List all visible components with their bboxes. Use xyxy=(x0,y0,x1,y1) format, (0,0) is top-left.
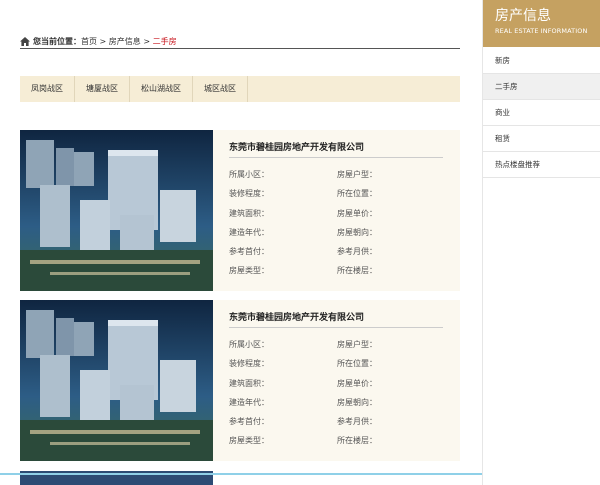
field-monthly-payment: 参考月供： xyxy=(337,247,377,256)
sidebar-item-rental[interactable]: 租赁 xyxy=(483,126,600,152)
field-community: 所属小区： xyxy=(229,340,269,349)
breadcrumb-section-link[interactable]: 房产信息 xyxy=(109,37,141,46)
field-floor: 所在楼层： xyxy=(337,436,377,445)
field-community: 所属小区： xyxy=(229,170,269,179)
breadcrumb-current: 二手房 xyxy=(152,37,177,46)
main-content: 您当前位置：首页 > 房产信息 > 二手房 凤岗战区 塘厦战区 松山湖战区 城区… xyxy=(0,0,482,485)
listing-divider xyxy=(229,327,443,328)
district-tab-fenggang[interactable]: 凤岗战区 xyxy=(20,76,75,102)
sidebar: 房产信息 REAL ESTATE INFORMATION 新房 二手房 商业 租… xyxy=(482,0,600,485)
listing-company[interactable]: 东莞市碧桂园房地产开发有限公司 xyxy=(229,310,364,323)
listing-info: 东莞市碧桂园房地产开发有限公司 所属小区： 房屋户型： 装修程度： 所在位置： … xyxy=(213,130,460,291)
field-down-payment: 参考首付： xyxy=(229,417,269,426)
field-area: 建筑面积： xyxy=(229,379,269,388)
district-tab-songshanhu[interactable]: 松山湖战区 xyxy=(130,76,193,102)
sidebar-item-commercial[interactable]: 商业 xyxy=(483,100,600,126)
field-orientation: 房屋朝向： xyxy=(337,228,377,237)
field-layout: 房屋户型： xyxy=(337,340,377,349)
sidebar-item-second-hand[interactable]: 二手房 xyxy=(483,74,600,100)
listing-photo[interactable] xyxy=(20,130,213,291)
listing-card[interactable]: 东莞市碧桂园房地产开发有限公司 所属小区： 房屋户型： 装修程度： 所在位置： … xyxy=(20,130,460,291)
field-build-year: 建造年代： xyxy=(229,398,269,407)
field-decoration: 装修程度： xyxy=(229,189,269,198)
field-unit-price: 房屋单价： xyxy=(337,209,377,218)
field-build-year: 建造年代： xyxy=(229,228,269,237)
breadcrumb-separator: > xyxy=(140,37,153,46)
district-tabs: 凤岗战区 塘厦战区 松山湖战区 城区战区 xyxy=(20,76,460,102)
sidebar-subtitle: REAL ESTATE INFORMATION xyxy=(495,27,588,35)
field-location: 所在位置： xyxy=(337,359,377,368)
footer-rule xyxy=(0,473,482,475)
field-monthly-payment: 参考月供： xyxy=(337,417,377,426)
field-house-type: 房屋类型： xyxy=(229,436,269,445)
field-layout: 房屋户型： xyxy=(337,170,377,179)
breadcrumb-label: 您当前位置： xyxy=(33,37,81,46)
sidebar-item-new-home[interactable]: 新房 xyxy=(483,48,600,74)
sidebar-header: 房产信息 REAL ESTATE INFORMATION xyxy=(483,0,600,47)
sidebar-item-hot-projects[interactable]: 热点楼盘推荐 xyxy=(483,152,600,178)
sidebar-title: 房产信息 xyxy=(495,8,551,24)
listing-card[interactable]: 东莞市碧桂园房地产开发有限公司 所属小区： 房屋户型： 装修程度： 所在位置： … xyxy=(20,300,460,461)
district-tab-chengqu[interactable]: 城区战区 xyxy=(193,76,248,102)
listing-info: 东莞市碧桂园房地产开发有限公司 所属小区： 房屋户型： 装修程度： 所在位置： … xyxy=(213,300,460,461)
field-location: 所在位置： xyxy=(337,189,377,198)
field-orientation: 房屋朝向： xyxy=(337,398,377,407)
breadcrumb-divider xyxy=(20,48,460,49)
breadcrumb-home-link[interactable]: 首页 xyxy=(81,37,97,46)
district-tab-tangxia[interactable]: 塘厦战区 xyxy=(75,76,130,102)
listing-photo[interactable] xyxy=(20,300,213,461)
field-unit-price: 房屋单价： xyxy=(337,379,377,388)
field-area: 建筑面积： xyxy=(229,209,269,218)
field-house-type: 房屋类型： xyxy=(229,266,269,275)
breadcrumb: 您当前位置：首页 > 房产信息 > 二手房 xyxy=(20,35,460,49)
field-floor: 所在楼层： xyxy=(337,266,377,275)
listing-divider xyxy=(229,157,443,158)
listing-company[interactable]: 东莞市碧桂园房地产开发有限公司 xyxy=(229,140,364,153)
field-decoration: 装修程度： xyxy=(229,359,269,368)
field-down-payment: 参考首付： xyxy=(229,247,269,256)
breadcrumb-separator: > xyxy=(97,37,109,46)
